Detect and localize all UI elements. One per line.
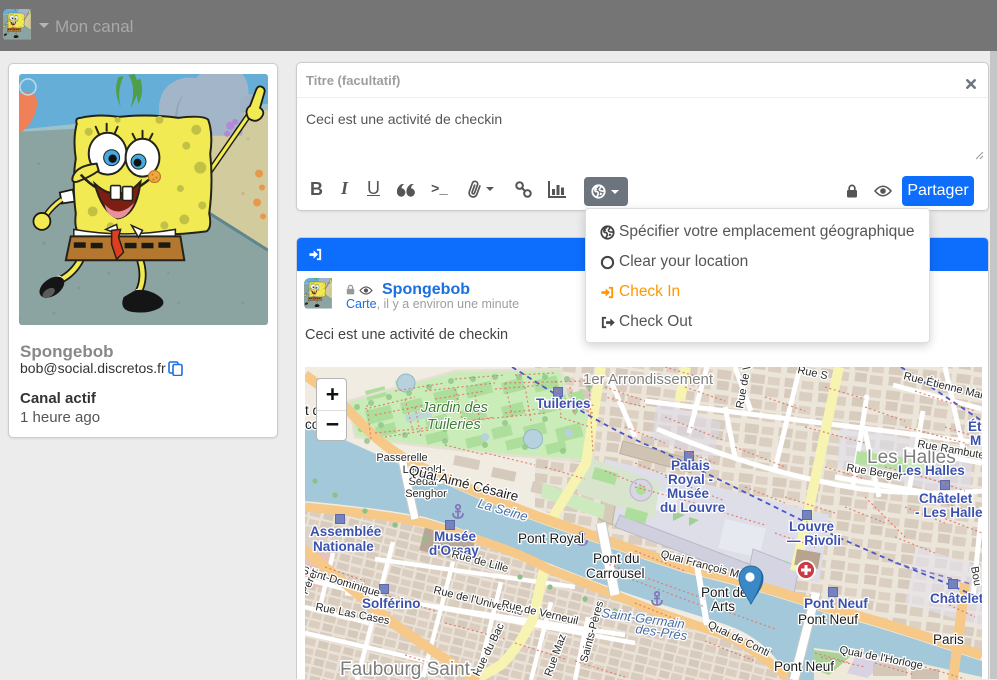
- svg-text:Pont Neuf: Pont Neuf: [798, 612, 858, 627]
- svg-text:Palais: Palais: [671, 458, 710, 473]
- svg-text:Senghor: Senghor: [405, 488, 447, 500]
- svg-text:Saints-Pères: Saints-Pères: [578, 599, 606, 663]
- svg-text:Bou: Bou: [968, 565, 982, 586]
- svg-text:Tuileries: Tuileries: [427, 417, 481, 433]
- svg-text:Louvre: Louvre: [789, 519, 835, 534]
- svg-text:Musée: Musée: [434, 529, 477, 544]
- svg-text:Rue de Lille: Rue de Lille: [450, 548, 509, 575]
- svg-text:Royal -: Royal -: [668, 472, 713, 487]
- svg-text:Quai de l'Horloge: Quai de l'Horloge: [838, 644, 923, 672]
- svg-text:Musée: Musée: [667, 486, 710, 501]
- svg-text:Les Halles: Les Halles: [898, 463, 965, 478]
- svg-text:Rue du Bac: Rue du Bac: [471, 621, 507, 678]
- svg-text:Quai de Conti: Quai de Conti: [706, 619, 772, 659]
- svg-text:Faubourg Saint-: Faubourg Saint-: [340, 659, 476, 680]
- svg-text:1er Arrondissement: 1er Arrondissement: [583, 371, 714, 388]
- svg-text:Pont Neuf: Pont Neuf: [774, 659, 834, 674]
- svg-text:- Les Halles: - Les Halles: [915, 505, 982, 520]
- svg-text:Solférino: Solférino: [362, 596, 421, 611]
- svg-text:Arts: Arts: [711, 599, 735, 614]
- svg-text:Carrousel: Carrousel: [586, 566, 645, 581]
- svg-text:Châtelet: Châtelet: [919, 491, 973, 506]
- svg-text:Rue Maz: Rue Maz: [543, 633, 569, 678]
- svg-text:Nationale: Nationale: [313, 539, 374, 554]
- svg-text:Pont du: Pont du: [593, 551, 640, 566]
- svg-text:Pont Neuf: Pont Neuf: [804, 596, 868, 611]
- svg-text:Pont Royal: Pont Royal: [518, 531, 584, 546]
- svg-text:Assemblée: Assemblée: [310, 524, 382, 539]
- svg-text:Saint-Dominique: Saint-Dominique: [305, 564, 381, 599]
- svg-text:M: M: [970, 433, 981, 448]
- svg-text:Jardin des: Jardin des: [420, 400, 488, 416]
- svg-text:Tuileries: Tuileries: [536, 396, 591, 411]
- svg-text:Rue Étienne Marcel: Rue Étienne Marcel: [902, 369, 982, 405]
- svg-text:Châtelet: Châtelet: [930, 591, 982, 606]
- svg-text:Rue S: Rue S: [796, 367, 828, 382]
- svg-text:— Rivoli: — Rivoli: [787, 533, 841, 548]
- svg-text:Rue de Va: Rue de Va: [734, 367, 755, 410]
- svg-text:Paris: Paris: [933, 632, 964, 647]
- svg-text:du Louvre: du Louvre: [660, 500, 726, 515]
- svg-text:Éti: Éti: [968, 419, 982, 434]
- svg-text:Passerelle: Passerelle: [376, 452, 427, 464]
